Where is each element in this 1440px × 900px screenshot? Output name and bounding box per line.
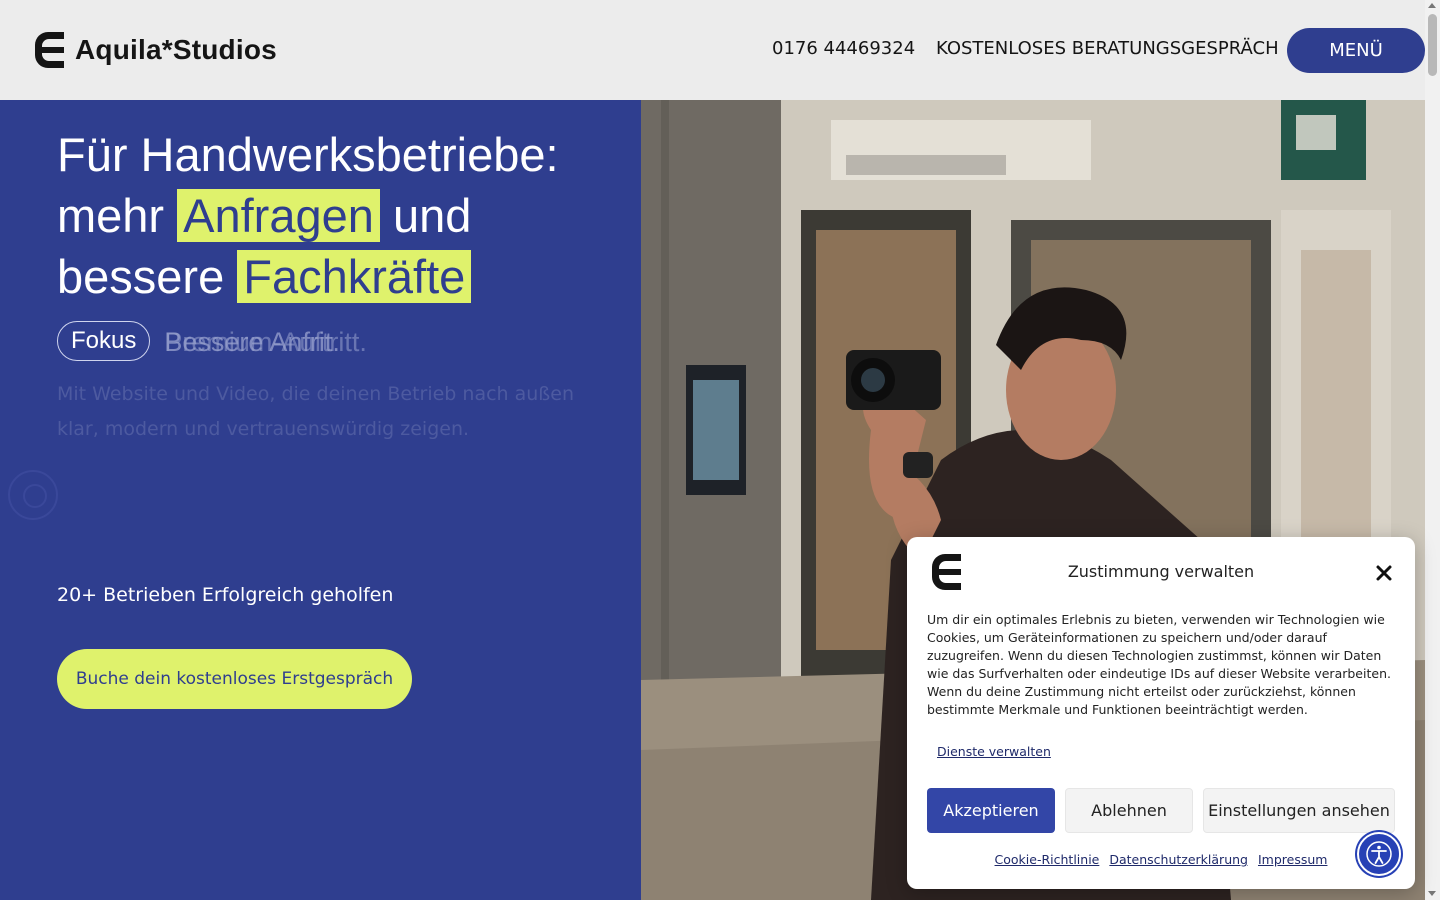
headline-text: mehr [57,189,178,242]
highlight-fachkraefte: Fachkräfte [237,250,472,303]
menu-button[interactable]: MENÜ [1287,28,1425,73]
headline-text: bessere [57,250,238,303]
page-scrollbar[interactable] [1425,0,1440,900]
consultation-link[interactable]: KOSTENLOSES BERATUNGSGESPRÄCH [936,38,1279,59]
brand-name: Aquila*Studios [75,34,277,65]
cookie-footer-links: Cookie-Richtlinie Datenschutzerklärung I… [907,852,1415,867]
headline-line-1: Für Handwerksbetriebe: [57,128,559,181]
accessibility-button[interactable] [1357,832,1401,876]
scroll-down-arrow-icon[interactable] [1428,891,1436,896]
faded-badge-icon [8,470,58,520]
rotating-text: Bessere Anfrit. Premium-Auftritt. [164,321,404,361]
cookie-consent-dialog: Zustimmung verwalten Um dir ein optimale… [907,537,1415,889]
social-proof-text: 20+ Betrieben Erfolgreich geholfen [57,584,394,606]
book-consultation-button[interactable]: Buche dein kostenloses Erstgespräch [57,649,412,709]
imprint-link[interactable]: Impressum [1258,852,1327,867]
focus-row: Fokus Bessere Anfrit. Premium-Auftritt. [57,321,404,361]
rotating-text-b: Premium-Auftritt. [164,327,367,357]
manage-services-link[interactable]: Dienste verwalten [937,744,1051,759]
highlight-anfragen: Anfragen [177,189,380,242]
hero-subtext: Mit Website und Video, die deinen Betrie… [57,383,574,440]
cookie-policy-link[interactable]: Cookie-Richtlinie [995,852,1100,867]
cookie-body-text: Um dir ein optimales Erlebnis zu bieten,… [927,612,1391,717]
brand-logo[interactable]: Aquila*Studios [34,30,277,70]
hero-headline: Für Handwerksbetriebe: mehr Anfragen und… [57,124,617,307]
hero-text-panel: Für Handwerksbetriebe: mehr Anfragen und… [0,100,641,900]
accept-button[interactable]: Akzeptieren [927,788,1055,833]
scroll-up-arrow-icon[interactable] [1428,3,1436,8]
accessibility-icon [1366,841,1392,867]
focus-tag: Fokus [57,321,151,361]
scroll-thumb[interactable] [1428,14,1437,76]
view-settings-button[interactable]: Einstellungen ansehen [1203,788,1395,833]
deny-button[interactable]: Ablehnen [1065,788,1193,833]
privacy-policy-link[interactable]: Datenschutzerklärung [1109,852,1248,867]
site-header: Aquila*Studios 0176 44469324 KOSTENLOSES… [0,0,1425,100]
headline-text: und [379,189,472,242]
logo-mark-icon [35,32,64,68]
phone-link[interactable]: 0176 44469324 [772,38,915,59]
close-icon[interactable] [1373,562,1395,584]
cookie-title: Zustimmung verwalten [1067,562,1255,581]
